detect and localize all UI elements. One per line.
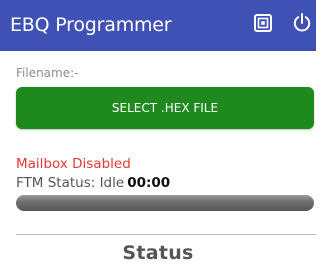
select-hex-file-button[interactable]: SELECT .HEX FILE bbox=[16, 87, 314, 129]
mailbox-status: Mailbox Disabled bbox=[16, 156, 131, 172]
app-title: EBQ Programmer bbox=[10, 14, 172, 36]
app-screen: EBQ Programmer Filename:- SELECT .HEX FI… bbox=[0, 0, 316, 266]
ftm-status-label: FTM Status: Idle bbox=[16, 175, 125, 191]
ftm-timer: 00:00 bbox=[127, 175, 171, 191]
nfc-icon bbox=[253, 13, 273, 37]
app-bar: EBQ Programmer bbox=[0, 0, 316, 51]
progress-bar bbox=[16, 195, 314, 211]
status-section-title: Status bbox=[122, 242, 194, 264]
section-divider bbox=[16, 234, 316, 235]
power-icon bbox=[292, 12, 312, 38]
nfc-button[interactable] bbox=[250, 11, 276, 39]
filename-label: Filename:- bbox=[16, 66, 79, 80]
ftm-status: FTM Status: Idle 00:00 bbox=[16, 175, 170, 191]
power-button[interactable] bbox=[289, 11, 315, 39]
